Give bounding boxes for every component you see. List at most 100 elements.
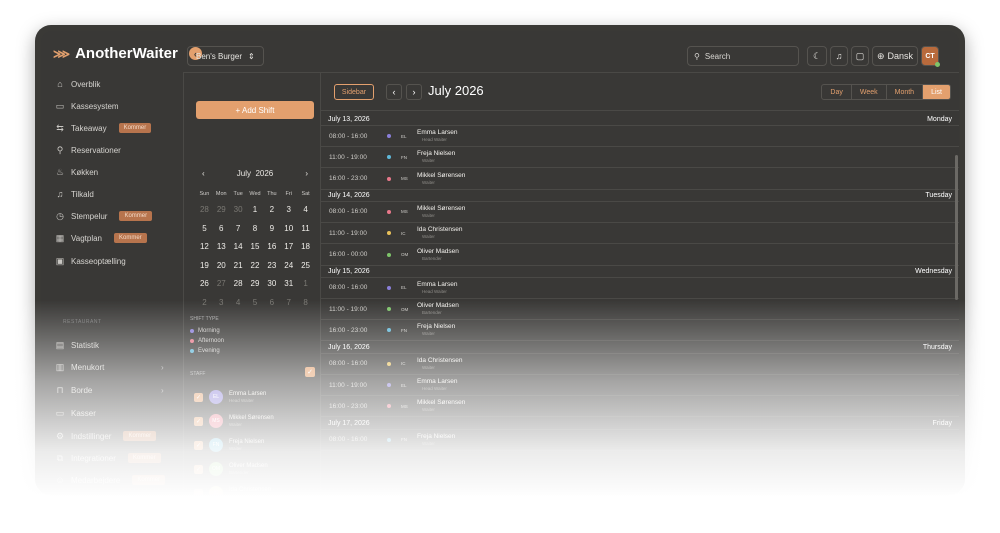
calendar-day[interactable]: 13 [213,238,230,257]
calendar-day[interactable]: 28 [196,201,213,220]
sidebar-item-pos[interactable]: ▭ Kassesystem [55,99,119,113]
restaurant-select[interactable]: Ben's Burger ⇕ [187,46,264,66]
calendar-day[interactable]: 16 [263,238,280,257]
calendar-day[interactable]: 1 [297,275,314,294]
calendar-day[interactable]: 7 [280,294,297,313]
sidebar-item-home[interactable]: ⌂ Overblik [55,77,100,91]
sidebar-item-people[interactable]: ☺ Medarbejdere Kommer [55,473,166,487]
sidebar-item-reservation[interactable]: ⚲ Reservationer [55,143,121,157]
calendar-day[interactable]: 21 [230,257,247,276]
search-input[interactable]: ⚲ Search [687,46,799,66]
shift-row[interactable]: 16:00 - 23:00 MS Mikkel Sørensen Waiter [321,396,959,418]
calendar-day[interactable]: 31 [280,275,297,294]
calendar-day[interactable]: 30 [230,201,247,220]
calendar-day[interactable]: 9 [263,220,280,239]
calendar-day[interactable]: 14 [230,238,247,257]
calendar-day[interactable]: 6 [213,220,230,239]
calendar-day[interactable]: 1 [247,201,264,220]
calendar-day[interactable]: 5 [196,220,213,239]
staff-checkbox[interactable]: ✓ [194,488,203,495]
next-month-icon[interactable]: › [305,169,308,178]
sidebar-item-settings[interactable]: ⚙ Indstillinger Kommer [55,429,157,443]
staff-filter-item[interactable]: ✓ FN Freja Nielsen Waiter [194,435,264,455]
shift-row[interactable]: 11:00 - 19:00 IC Ida Christensen Waiter [321,223,959,245]
shift-row[interactable]: 11:00 - 19:00 EL Emma Larsen Head Waiter [321,375,959,396]
sidebar-item-calendar[interactable]: ▦ Vagtplan Kommer [55,231,147,245]
calendar-day[interactable]: 10 [280,220,297,239]
staff-filter-item[interactable]: ✓ IC Ida ChristensenWaiter [194,483,271,495]
language-button[interactable]: ⊕ Dansk [872,46,918,66]
shift-row[interactable]: 08:00 - 16:00 EL Emma Larsen Head Waiter [321,126,959,147]
sidebar-item-table[interactable]: ⊓ Borde › [55,383,163,397]
theme-toggle-icon[interactable]: ☾ [807,46,827,66]
sidebar-item-cash[interactable]: ▣ Kasseoptælling [55,254,126,268]
sidebar-item-gear[interactable]: ⚙Indstillinger [55,494,111,495]
calendar-day[interactable]: 2 [196,294,213,313]
calendar-day[interactable]: 17 [280,238,297,257]
sidebar-item-integration[interactable]: ⧉ Integrationer Kommer [55,451,161,465]
calendar-day[interactable]: 23 [263,257,280,276]
sidebar-item-takeaway[interactable]: ⇆ Takeaway Kommer [55,121,152,135]
staff-checkbox[interactable]: ✓ [194,464,203,474]
shift-row[interactable]: 11:00 - 19:00 OM Oliver Madsen Bartender [321,299,959,321]
calendar-day[interactable]: 11 [297,220,314,239]
staff-checkbox[interactable]: ✓ [194,416,203,426]
calendar-day[interactable]: 6 [263,294,280,313]
add-shift-button[interactable]: + Add Shift [196,101,314,119]
calendar-day[interactable]: 8 [247,220,264,239]
view-tab-day[interactable]: Day [822,85,852,99]
app-logo[interactable]: ⋙ AnotherWaiter ‹ [53,45,202,62]
calendar-day[interactable]: 18 [297,238,314,257]
shift-row[interactable]: 16:00 - 00:00 OM Oliver Madsen Bartender [321,245,959,266]
shift-row[interactable]: 08:00 - 16:00 IC Ida Christensen Waiter [321,354,959,375]
sidebar-item-stats[interactable]: ▤ Statistik [55,338,99,352]
calendar-day[interactable]: 27 [213,275,230,294]
staff-filter-item[interactable]: ✓ MS Mikkel Sørensen Waiter [194,411,274,431]
sidebar-item-register[interactable]: ▭ Kasser [55,406,96,420]
calendar-day[interactable]: 19 [196,257,213,276]
calendar-day[interactable]: 26 [196,275,213,294]
calendar-day[interactable]: 30 [263,275,280,294]
prev-month-icon[interactable]: ‹ [202,169,205,178]
user-avatar[interactable]: CT [921,46,940,67]
staff-checkbox[interactable]: ✓ [194,392,203,402]
staff-select-all-checkbox[interactable]: ✓ [305,367,315,377]
calendar-day[interactable]: 3 [213,294,230,313]
calendar-day[interactable]: 2 [263,201,280,220]
calendar-day[interactable]: 20 [213,257,230,276]
calendar-day[interactable]: 4 [230,294,247,313]
calendar-day[interactable]: 25 [297,257,314,276]
sidebar-item-clock[interactable]: ◷ Stempelur Kommer [55,209,153,223]
calendar-day[interactable]: 4 [297,201,314,220]
calendar-day[interactable]: 7 [230,220,247,239]
calendar-day[interactable]: 28 [230,275,247,294]
staff-filter-item[interactable]: ✓ OM Oliver Madsen Bartender [194,459,268,479]
shift-row[interactable]: 08:00 - 16:00 FN Freja Nielsen Waiter [321,430,959,451]
shift-row[interactable]: 16:00 - 23:00 FN Freja Nielsen Waiter [321,320,959,342]
calendar-day[interactable]: 29 [213,201,230,220]
bell-icon[interactable]: ♫ [830,46,848,66]
shift-row[interactable]: 16:00 - 23:00 MS Mikkel Sørensen Waiter [321,169,959,190]
sidebar-item-menu[interactable]: ▥ Menukort › [55,360,164,374]
sidebar-toggle-button[interactable]: Sidebar [334,84,374,100]
calendar-day[interactable]: 22 [247,257,264,276]
calendar-day[interactable]: 15 [247,238,264,257]
prev-period-icon[interactable]: ‹ [386,84,402,100]
calendar-day[interactable]: 8 [297,294,314,313]
view-tab-month[interactable]: Month [887,85,924,99]
shift-row[interactable]: 08:00 - 16:00 EL Emma Larsen Head Waiter [321,278,959,299]
calendar-day[interactable]: 3 [280,201,297,220]
sidebar-item-bell[interactable]: ♫ Tilkald [55,187,94,201]
calendar-day[interactable]: 5 [247,294,264,313]
calendar-day[interactable]: 12 [196,238,213,257]
staff-filter-item[interactable]: ✓ EL Emma Larsen Head Waiter [194,387,266,407]
shift-row[interactable]: 08:00 - 16:00 MS Mikkel Sørensen Waiter [321,202,959,223]
scrollbar[interactable] [955,155,958,300]
staff-checkbox[interactable]: ✓ [194,440,203,450]
view-tab-week[interactable]: Week [852,85,887,99]
view-tab-list[interactable]: List [923,85,950,99]
lock-icon[interactable]: ▢ [851,46,869,66]
next-period-icon[interactable]: › [406,84,422,100]
shift-row[interactable]: 11:00 - 19:00 FN Freja Nielsen Waiter [321,147,959,169]
sidebar-item-kitchen[interactable]: ♨ Køkken [55,165,98,179]
